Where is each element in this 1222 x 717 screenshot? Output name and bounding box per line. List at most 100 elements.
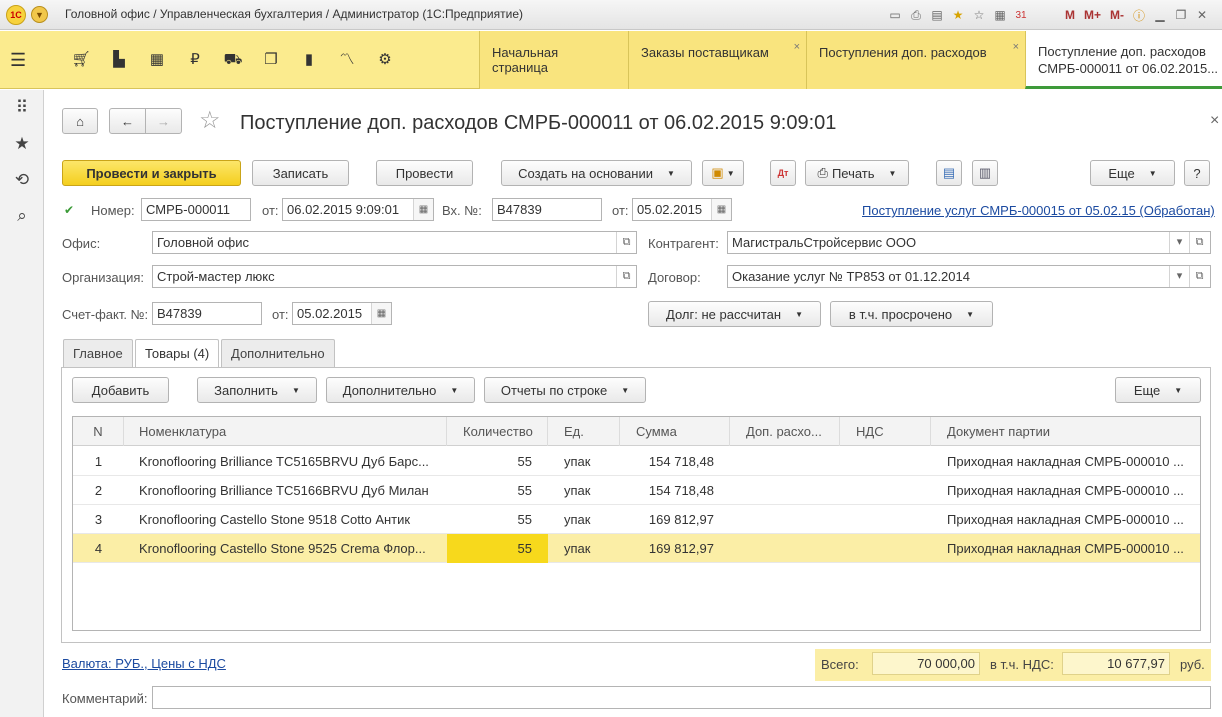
extra-actions-button[interactable]: Дополнительно ▼	[326, 377, 475, 403]
fill-button[interactable]: Заполнить ▼	[197, 377, 317, 403]
row-reports-button[interactable]: Отчеты по строке ▼	[484, 377, 646, 403]
close-tab-icon[interactable]: ×	[794, 41, 800, 53]
column-header-sum[interactable]: Сумма	[620, 417, 730, 446]
open-icon[interactable]: ⧉	[616, 232, 636, 253]
memory-add-button[interactable]: M+	[1081, 6, 1104, 24]
cell-item[interactable]: Kronoflooring Brilliance TC5165BRVU Дуб …	[124, 447, 447, 476]
apps-grid-icon[interactable]: ⠿	[0, 90, 44, 126]
cell-vat[interactable]	[840, 476, 931, 505]
column-header-qty[interactable]: Количество	[447, 417, 548, 446]
debt-button[interactable]: Долг: не рассчитан ▼	[648, 301, 821, 327]
currency-link[interactable]: Валюта: РУБ., Цены с НДС	[62, 656, 226, 671]
column-header-item[interactable]: Номенклатура	[124, 417, 447, 446]
overdue-button[interactable]: в т.ч. просрочено ▼	[830, 301, 993, 327]
post-button[interactable]: Провести	[376, 160, 473, 186]
memory-subtract-button[interactable]: M-	[1107, 6, 1127, 24]
cell-batch-doc[interactable]: Приходная накладная СМРБ-000010 ...	[931, 447, 1200, 476]
cell-vat[interactable]	[840, 447, 931, 476]
tab-main[interactable]: Главное	[63, 339, 133, 367]
cell-item[interactable]: Kronoflooring Brilliance TC5166BRVU Дуб …	[124, 476, 447, 505]
forward-button[interactable]: →	[145, 108, 182, 134]
cell-sum[interactable]: 169 812,97	[620, 505, 730, 534]
contract-field[interactable]: Оказание услуг № ТР853 от 01.12.2014	[727, 265, 1211, 288]
close-icon[interactable]: ×	[1210, 112, 1219, 130]
truck-icon[interactable]: ⛟	[214, 48, 252, 72]
close-window-icon[interactable]: ✕	[1193, 6, 1211, 24]
column-header-extra-cost[interactable]: Доп. расхо...	[730, 417, 840, 446]
bag-icon[interactable]: ▙	[100, 48, 138, 72]
goods-table[interactable]: N Номенклатура Количество Ед. Сумма Доп.…	[72, 416, 1201, 631]
help-button[interactable]: ?	[1184, 160, 1210, 186]
attachment-menu-button[interactable]: ▣ ▼	[702, 160, 744, 186]
cell-unit[interactable]: упак	[548, 476, 620, 505]
goods-more-button[interactable]: Еще ▼	[1115, 377, 1201, 403]
cell-qty[interactable]: 55	[447, 476, 548, 505]
close-tab-icon[interactable]: ×	[1013, 41, 1019, 53]
favorite-icon[interactable]: ★	[949, 6, 967, 24]
column-header-batch-doc[interactable]: Документ партии	[931, 417, 1200, 446]
history-icon[interactable]: ⟲	[0, 162, 44, 198]
base-document-link[interactable]: Поступление услуг СМРБ-000015 от 05.02.1…	[862, 203, 1215, 218]
favorites-list-icon[interactable]: ☆	[970, 6, 988, 24]
trend-icon[interactable]: 〽	[328, 48, 366, 72]
cell-batch-doc[interactable]: Приходная накладная СМРБ-000010 ...	[931, 505, 1200, 534]
cell-sum[interactable]: 154 718,48	[620, 476, 730, 505]
menu-icon[interactable]: ☰	[10, 50, 50, 70]
dropdown-icon[interactable]: ▾	[1169, 232, 1189, 253]
minimize-icon[interactable]: ▁	[1151, 6, 1169, 24]
cell-qty[interactable]: 55	[447, 505, 548, 534]
number-field[interactable]: СМРБ-000011	[141, 198, 251, 221]
structure-button[interactable]: ▥	[972, 160, 998, 186]
cell-extra-cost[interactable]	[730, 534, 840, 563]
cell-sum[interactable]: 169 812,97	[620, 534, 730, 563]
post-and-close-button[interactable]: Провести и закрыть	[62, 160, 241, 186]
restore-icon[interactable]: ❐	[1172, 6, 1190, 24]
cell-n[interactable]: 4	[73, 534, 124, 563]
document-report-button[interactable]: ▤	[936, 160, 962, 186]
print-icon[interactable]: ⎙	[907, 6, 925, 24]
preview-icon[interactable]: ▤	[928, 6, 946, 24]
cell-batch-doc[interactable]: Приходная накладная СМРБ-000010 ...	[931, 476, 1200, 505]
table-row[interactable]: 3 Kronoflooring Castello Stone 9518 Cotto…	[73, 505, 1200, 534]
table-row[interactable]: 2 Kronoflooring Brilliance TC5166BRVU Дуб…	[73, 476, 1200, 505]
organization-field[interactable]: Строй-мастер люкс	[152, 265, 637, 288]
office-field[interactable]: Головной офис	[152, 231, 637, 254]
ruble-icon[interactable]: ₽	[176, 48, 214, 72]
cell-extra-cost[interactable]	[730, 447, 840, 476]
main-menu-dropdown-icon[interactable]: ▼	[31, 6, 48, 23]
more-button[interactable]: Еще ▼	[1090, 160, 1175, 186]
calendar-icon[interactable]: ▦	[371, 303, 391, 324]
save-icon[interactable]: ▭	[886, 6, 904, 24]
calendar-icon[interactable]: ▦	[413, 199, 433, 220]
gear-icon[interactable]: ⚙	[366, 48, 404, 72]
save-button[interactable]: Записать	[252, 160, 349, 186]
cell-vat[interactable]	[840, 534, 931, 563]
cell-item[interactable]: Kronoflooring Castello Stone 9525 Crema …	[124, 534, 447, 563]
create-based-on-button[interactable]: Создать на основании ▼	[501, 160, 692, 186]
table-row[interactable]: 1 Kronoflooring Brilliance TC5165BRVU Дуб…	[73, 447, 1200, 476]
cell-batch-doc[interactable]: Приходная накладная СМРБ-000010 ...	[931, 534, 1200, 563]
calculator-icon[interactable]: ▦	[991, 6, 1009, 24]
tab-goods[interactable]: Товары (4)	[135, 339, 220, 368]
memory-store-button[interactable]: M	[1062, 6, 1078, 24]
favorite-star-icon[interactable]: ☆	[199, 106, 221, 135]
back-button[interactable]: ←	[109, 108, 146, 134]
cell-sum[interactable]: 154 718,48	[620, 447, 730, 476]
column-header-unit[interactable]: Ед.	[548, 417, 620, 446]
date-field[interactable]: 06.02.2015 9:09:01	[282, 198, 434, 221]
tab-extra-expense-receipts[interactable]: Поступления доп. расходов ×	[806, 31, 1025, 89]
comment-field[interactable]	[152, 686, 1211, 709]
print-button[interactable]: ⎙ Печать ▼	[805, 160, 909, 186]
cell-unit[interactable]: упак	[548, 505, 620, 534]
calendar-icon[interactable]: 31	[1012, 6, 1030, 24]
grid-icon[interactable]: ▦	[138, 48, 176, 72]
bar-chart-icon[interactable]: ▮	[290, 48, 328, 72]
cell-n[interactable]: 2	[73, 476, 124, 505]
cell-unit[interactable]: упак	[548, 534, 620, 563]
tab-current-document[interactable]: Поступление доп. расходов СМРБ-000011 от…	[1025, 31, 1222, 89]
open-icon[interactable]: ⧉	[616, 266, 636, 287]
open-icon[interactable]: ⧉	[1189, 266, 1209, 287]
tab-additional[interactable]: Дополнительно	[221, 339, 335, 367]
cell-n[interactable]: 3	[73, 505, 124, 534]
cell-vat[interactable]	[840, 505, 931, 534]
